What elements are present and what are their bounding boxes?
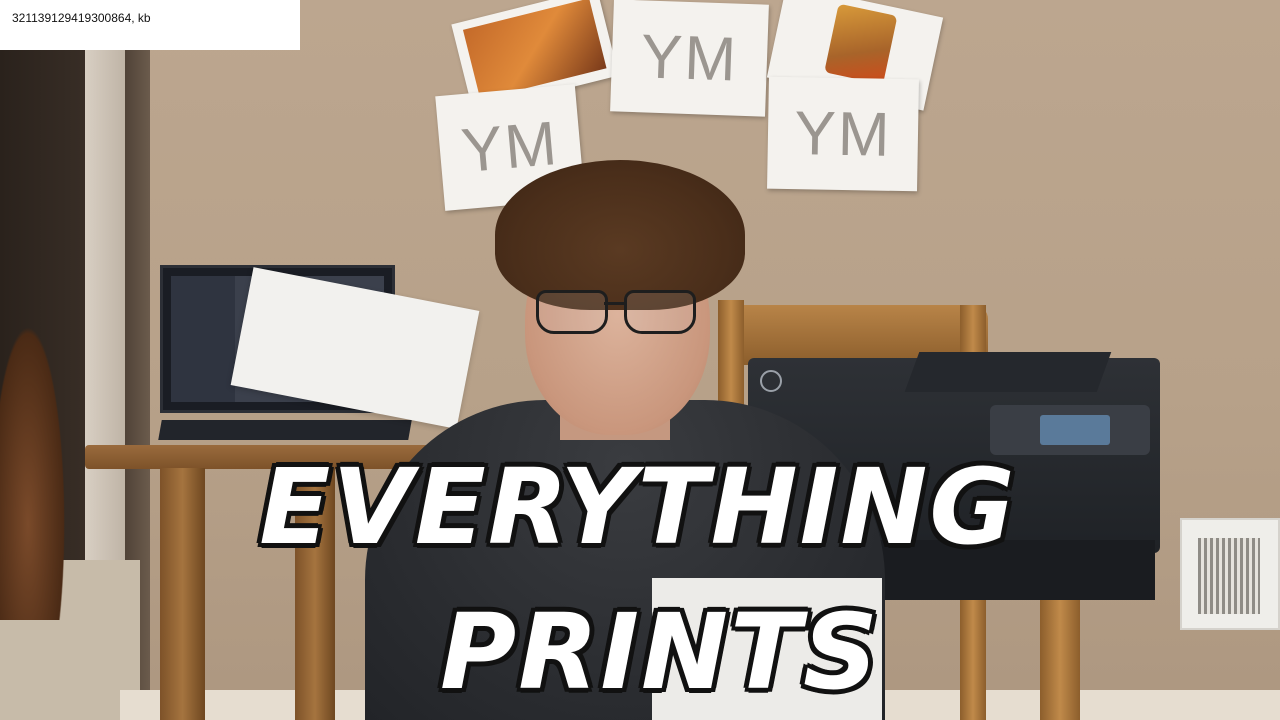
printer-display	[1040, 415, 1110, 445]
glasses-lens	[624, 290, 696, 334]
printer-lid	[904, 352, 1112, 392]
caption-line-2: PRINTS	[438, 591, 880, 713]
ym-poster-top-text: YM	[639, 21, 740, 95]
meme-poster-image	[462, 0, 607, 100]
meme-poster-image	[824, 3, 898, 85]
glasses-bridge	[604, 302, 626, 305]
glasses-icon	[532, 290, 700, 340]
person-hair	[495, 160, 745, 310]
printer-logo-icon	[760, 370, 782, 392]
id-label: 321139129419300864, kb	[0, 0, 300, 50]
laptop-keyboard	[158, 420, 412, 440]
caption-line-1: EVERYTHING	[257, 446, 1017, 568]
glasses-lens	[536, 290, 608, 334]
ym-poster-top: YM	[610, 0, 769, 117]
ym-poster-right: YM	[767, 76, 919, 192]
photo-scene: YM YM YM EVERYTHING PRINTS 3211391294193…	[0, 0, 1280, 720]
ym-poster-right-text: YM	[793, 98, 893, 170]
